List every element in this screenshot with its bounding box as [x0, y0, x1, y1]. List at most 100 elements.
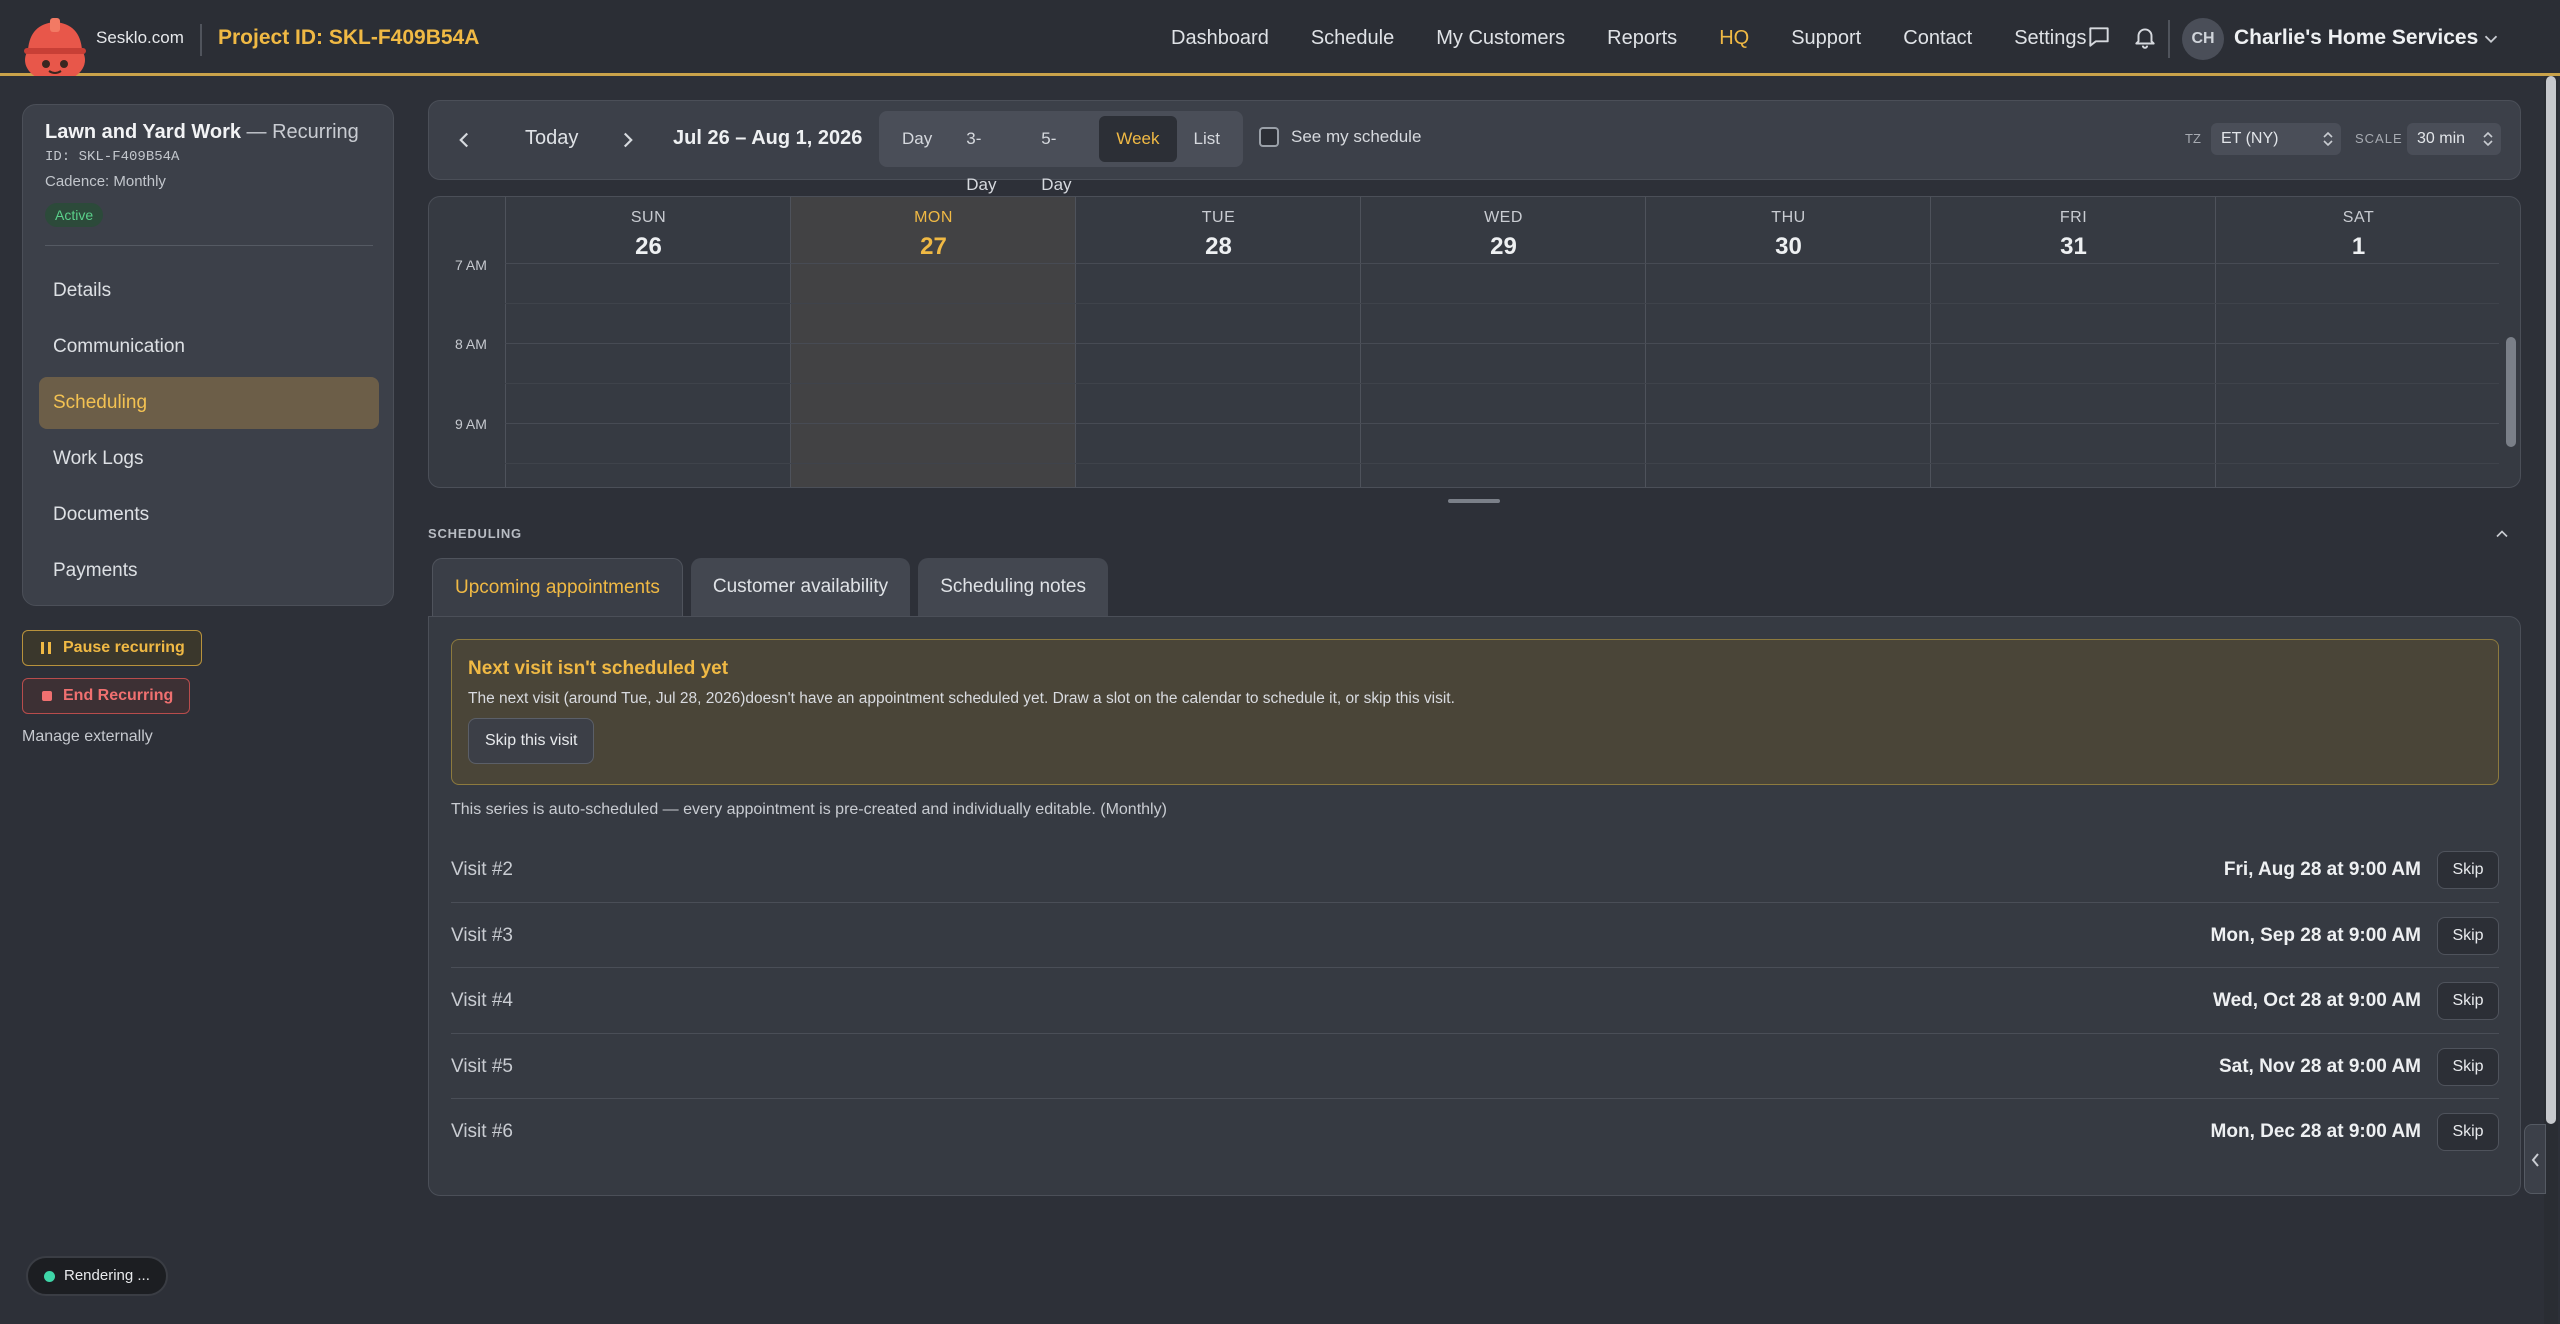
project-sidebar: Lawn and Yard Work — Recurring ID: SKL-F…: [22, 104, 394, 606]
see-my-schedule-toggle: See my schedule: [1259, 127, 1421, 147]
sidebar-item-details[interactable]: Details: [39, 265, 379, 317]
nav-hq[interactable]: HQ: [1698, 27, 1770, 50]
avatar[interactable]: CH: [2182, 18, 2224, 60]
pause-icon: [41, 642, 51, 654]
cadence-label: Cadence: Monthly: [45, 173, 166, 190]
visit-name: Visit #6: [451, 1121, 513, 1142]
skip-button[interactable]: Skip: [2437, 916, 2499, 955]
visit-name: Visit #2: [451, 859, 513, 880]
visit-time: Mon, Dec 28 at 9:00 AM: [2210, 1121, 2421, 1142]
project-id: Project ID: SKL-F409B54A: [218, 26, 480, 49]
mascot-logo-icon[interactable]: [22, 16, 88, 76]
view-switcher: Day 3-Day 5-Day Week List: [879, 111, 1243, 194]
skip-button[interactable]: Skip: [2437, 982, 2499, 1020]
visit-list: Visit #2 Fri, Aug 28 at 9:00 AM Skip Vis…: [451, 837, 2499, 1165]
chevron-left-icon[interactable]: [451, 127, 477, 153]
side-panel-toggle[interactable]: [2524, 1124, 2546, 1194]
nav-dashboard[interactable]: Dashboard: [1150, 27, 1290, 50]
calendar-scrollbar[interactable]: [2506, 337, 2516, 447]
nav-contact[interactable]: Contact: [1882, 27, 1993, 50]
skip-button[interactable]: Skip: [2437, 1047, 2499, 1086]
day-number: 31: [2060, 233, 2087, 260]
view-3-day[interactable]: 3-Day: [949, 116, 1024, 194]
view-week[interactable]: Week: [1099, 116, 1177, 162]
calendar-toolbar: Today Jul 26 – Aug 1, 2026 Day 3-Day 5-D…: [428, 100, 2521, 194]
nav-support[interactable]: Support: [1770, 27, 1882, 50]
account-name[interactable]: Charlie's Home Services: [2234, 26, 2478, 50]
chat-icon[interactable]: [2086, 24, 2112, 50]
alert-body: The next visit (around Tue, Jul 28, 2026…: [468, 690, 1455, 707]
see-my-schedule-label[interactable]: See my schedule: [1291, 127, 1421, 147]
header-icons: [2086, 24, 2158, 50]
tab-upcoming-appointments[interactable]: Upcoming appointments: [432, 558, 683, 616]
nav-schedule[interactable]: Schedule: [1290, 27, 1415, 50]
chevron-right-icon[interactable]: [615, 127, 641, 153]
visit-time: Wed, Oct 28 at 9:00 AM: [2212, 990, 2421, 1011]
unscheduled-alert: Next visit isn't scheduled yet The next …: [451, 639, 2499, 785]
sidebar-item-payments[interactable]: Payments: [39, 545, 379, 597]
time-label: 8 AM: [455, 336, 487, 352]
chevron-up-icon[interactable]: [2492, 524, 2512, 544]
rendering-status: Rendering ...: [26, 1256, 168, 1296]
page-scrollbar[interactable]: [2546, 76, 2556, 1124]
sidebar-item-work-logs[interactable]: Work Logs: [39, 433, 379, 485]
tab-customer-availability[interactable]: Customer availability: [690, 558, 911, 616]
scheduling-tabs: Upcoming appointments Customer availabil…: [432, 558, 1108, 616]
bell-icon[interactable]: [2132, 24, 2158, 50]
see-my-schedule-checkbox[interactable]: [1259, 127, 1279, 147]
today-button[interactable]: Today: [525, 127, 578, 150]
scale-label: SCALE: [2355, 131, 2403, 146]
hour-line: [505, 343, 2499, 344]
hour-line: [505, 423, 2499, 424]
tab-scheduling-notes[interactable]: Scheduling notes: [918, 558, 1108, 616]
skip-button[interactable]: Skip: [2437, 851, 2499, 889]
pause-recurring-button[interactable]: Pause recurring: [22, 630, 202, 666]
day-name: SUN: [630, 209, 667, 226]
chevron-left-icon: [2531, 1153, 2539, 1167]
select-arrows-icon: [2323, 131, 2333, 147]
day-number: 1: [2351, 233, 2366, 260]
nav-my-customers[interactable]: My Customers: [1415, 27, 1586, 50]
scale-select[interactable]: 30 min: [2407, 123, 2501, 155]
visit-time: Sat, Nov 28 at 9:00 AM: [2218, 1055, 2421, 1077]
view-5-day[interactable]: 5-Day: [1024, 116, 1099, 194]
half-hour-line: [505, 383, 2499, 384]
day-number: 30: [1775, 233, 1802, 260]
tz-label: TZ: [2185, 131, 2201, 146]
header-divider: [200, 24, 202, 56]
brand-name[interactable]: Sesklo.com: [96, 28, 184, 48]
sidebar-item-documents[interactable]: Documents: [39, 489, 379, 541]
day-number: 26: [635, 233, 662, 260]
view-list[interactable]: List: [1177, 116, 1237, 162]
day-name: WED: [1484, 209, 1523, 226]
top-bar: Sesklo.com Project ID: SKL-F409B54A Dash…: [0, 0, 2560, 76]
rendering-label: Rendering ...: [64, 1267, 150, 1284]
scale-value: 30 min: [2417, 130, 2466, 147]
project-id-label: ID: SKL-F409B54A: [45, 149, 180, 165]
visit-name: Visit #5: [451, 1055, 513, 1077]
half-hour-line: [505, 303, 2499, 304]
visit-name: Visit #4: [451, 990, 513, 1011]
day-name: SAT: [2342, 209, 2375, 226]
view-day[interactable]: Day: [885, 116, 949, 162]
timezone-value: ET (NY): [2221, 130, 2279, 147]
visit-name: Visit #3: [451, 924, 513, 946]
skip-this-visit-button[interactable]: Skip this visit: [468, 718, 595, 764]
day-name: MON: [914, 209, 953, 226]
week-calendar[interactable]: SUN 26 MON 27 TUE 28 WED 29 THU 30 FRI 3…: [428, 196, 2521, 488]
resize-handle[interactable]: [1448, 499, 1500, 503]
sidebar-item-communication[interactable]: Communication: [39, 321, 379, 373]
end-recurring-button[interactable]: End Recurring: [22, 678, 191, 714]
pause-recurring-label: Pause recurring: [63, 639, 185, 656]
status-dot-icon: [44, 1271, 55, 1282]
alert-title: Next visit isn't scheduled yet: [468, 658, 729, 679]
sidebar-item-scheduling[interactable]: Scheduling: [39, 377, 379, 429]
chevron-down-icon[interactable]: [2480, 28, 2502, 50]
upcoming-appointments-panel: Next visit isn't scheduled yet The next …: [428, 616, 2521, 1196]
date-range: Jul 26 – Aug 1, 2026: [673, 127, 863, 149]
skip-button[interactable]: Skip: [2437, 1113, 2499, 1151]
nav-reports[interactable]: Reports: [1586, 27, 1698, 50]
manage-externally-link[interactable]: Manage externally: [22, 728, 153, 746]
timezone-select[interactable]: ET (NY): [2211, 123, 2341, 155]
sidebar-menu: Details Communication Scheduling Work Lo…: [39, 265, 379, 601]
